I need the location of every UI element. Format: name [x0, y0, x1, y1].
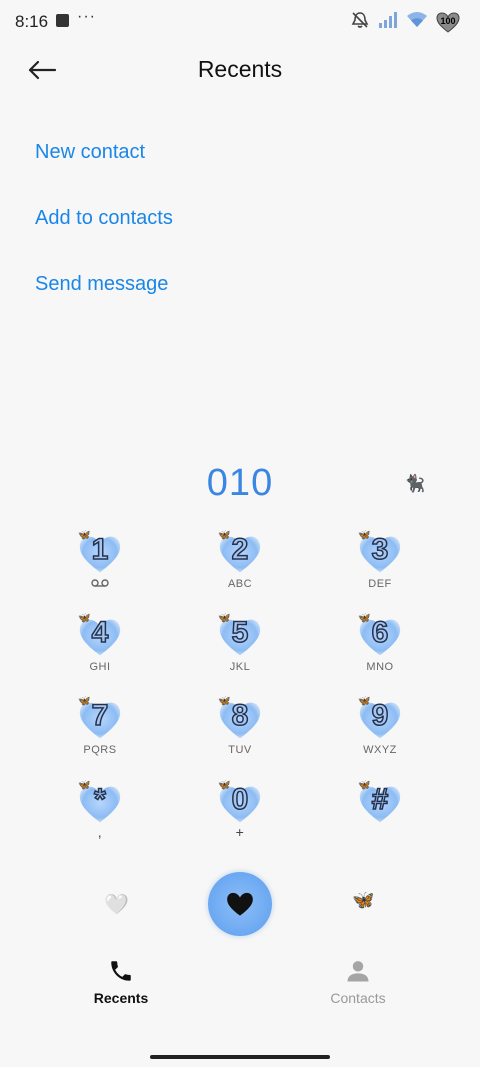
battery-level: 100 [440, 15, 456, 26]
dial-key[interactable]: 🦋 6 MNO [320, 613, 440, 693]
key-letters: ABC [227, 578, 253, 590]
page-title: Recents [197, 56, 283, 82]
key-digit: 9 [371, 698, 389, 733]
tab-recents[interactable]: Recents [61, 956, 181, 1006]
app-notification-icon [56, 14, 69, 27]
key-digit: 1 [91, 532, 109, 567]
key-letters: WXYZ [363, 744, 397, 756]
dial-key[interactable]: 🦋 2 ABC [180, 530, 300, 610]
butterfly-icon[interactable]: 🦋 [352, 890, 374, 911]
cat-icon[interactable]: 🐈‍⬛ [404, 474, 425, 494]
phone-icon [61, 956, 181, 986]
key-digit: 6 [371, 615, 389, 650]
dial-key[interactable]: 🦋 4 GHI [40, 613, 160, 693]
key-digit: 3 [371, 532, 389, 567]
more-notifications-icon: ··· [77, 8, 96, 25]
key-digit: 2 [231, 532, 249, 567]
person-icon [298, 956, 418, 986]
home-indicator[interactable] [150, 1055, 330, 1059]
key-digit: 4 [91, 615, 109, 650]
dial-key[interactable]: 🦋 1 [40, 530, 160, 610]
dial-key[interactable]: 🦋 0 + [180, 780, 300, 860]
battery-heart-icon: 100 [436, 11, 460, 35]
key-letters: DEF [368, 578, 392, 590]
add-to-contacts-link[interactable]: Add to contacts [35, 207, 173, 230]
key-digit: 0 [231, 782, 249, 817]
status-time: 8:16 [15, 12, 49, 31]
voicemail-icon [91, 579, 109, 587]
send-message-link[interactable]: Send message [35, 273, 168, 296]
key-digit: * [93, 782, 106, 817]
new-contact-link[interactable]: New contact [35, 141, 145, 164]
key-letters: PQRS [83, 744, 117, 756]
key-digit: 8 [231, 698, 249, 733]
dial-key[interactable]: 🦋 8 TUV [180, 696, 300, 776]
key-digit: # [371, 782, 389, 817]
dial-key[interactable]: 🦋 7 PQRS [40, 696, 160, 776]
dial-key[interactable]: 🦋 3 DEF [320, 530, 440, 610]
tab-recents-label: Recents [93, 990, 149, 1006]
signal-icon [378, 11, 398, 34]
key-letters: TUV [228, 744, 252, 756]
key-digit: 5 [231, 615, 249, 650]
dial-key[interactable]: 🦋 # [320, 780, 440, 860]
wifi-icon [406, 11, 428, 34]
dial-key[interactable]: 🦋 9 WXYZ [320, 696, 440, 776]
key-letters: MNO [366, 661, 394, 673]
tab-contacts[interactable]: Contacts [298, 956, 418, 1006]
key-letters: GHI [89, 661, 111, 673]
heart-icon[interactable]: 🤍 [104, 892, 129, 917]
key-letters: , [97, 824, 103, 840]
key-letters: + [235, 824, 245, 840]
dial-key[interactable]: 🦋 5 JKL [180, 613, 300, 693]
key-digit: 7 [91, 698, 109, 733]
call-button[interactable] [208, 872, 272, 936]
black-heart-icon [227, 892, 253, 916]
dial-key[interactable]: 🦋 *, [40, 780, 160, 860]
mute-alarm-icon [350, 10, 370, 35]
status-bar: 8:16 ··· 100 [0, 0, 480, 44]
key-letters: JKL [229, 661, 251, 673]
tab-contacts-label: Contacts [330, 990, 386, 1006]
